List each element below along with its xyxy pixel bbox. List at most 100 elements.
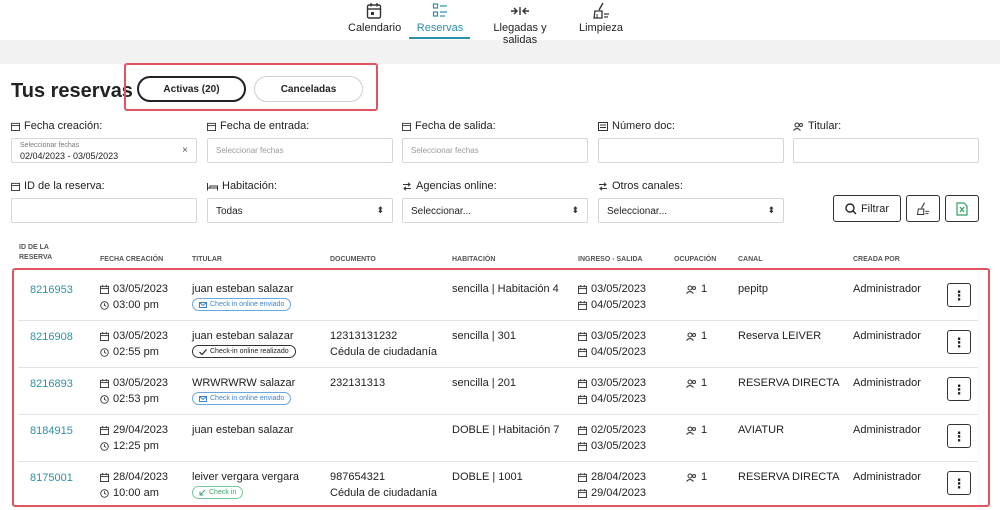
document-type: Cédula de ciudadanía [330, 487, 437, 499]
agencias-select[interactable]: Seleccionar... ⬍ [402, 198, 588, 223]
users-icon [686, 426, 697, 435]
clock-icon [100, 394, 109, 404]
active-tab-indicator [409, 37, 470, 39]
nav-llegadas-salidas[interactable]: Llegadas y salidas [479, 2, 561, 46]
room: sencilla | 301 [452, 330, 516, 342]
cell-text: Administrador [853, 471, 921, 483]
export-excel-button[interactable] [945, 195, 979, 222]
cell-text: 03/05/2023 [591, 440, 647, 452]
numero-doc-input[interactable] [598, 138, 784, 163]
cell-text: 12313131232 [330, 330, 398, 342]
row-menu-button[interactable]: ⋮ [947, 330, 971, 354]
filter-fecha-entrada-label: Fecha de entrada: [207, 120, 309, 132]
cell-text: Administrador [853, 377, 921, 389]
row-menu-button[interactable]: ⋮ [947, 377, 971, 401]
cell-text: 28/04/2023 [591, 471, 647, 483]
reservation-id-link[interactable]: 8216908 [30, 331, 73, 343]
col-fecha: FECHA CREACIÓN [100, 256, 164, 263]
cell-text: 03/05/2023 [591, 283, 647, 295]
cell-text: RESERVA DIRECTA [738, 471, 840, 483]
cell-text: juan esteban salazar [192, 283, 294, 295]
cell-text: juan esteban salazar [192, 424, 294, 436]
checkin-date: 28/04/2023 [578, 471, 646, 483]
users-icon [686, 379, 697, 388]
channel: RESERVA DIRECTA [738, 377, 839, 389]
cell-text: 03/05/2023 [591, 330, 647, 342]
calendar-icon [578, 331, 587, 341]
top-nav: Calendario Reservas Llegadas y salidas L… [0, 0, 1000, 46]
cell-text: Check in online enviado [210, 301, 285, 308]
more-icon: ⋮ [952, 381, 966, 397]
room: sencilla | Habitación 4 [452, 283, 559, 295]
arrows-icon [479, 2, 561, 22]
document-number: 12313131232 [330, 330, 397, 342]
cell-text: 1 [701, 377, 708, 389]
fecha-salida-input[interactable]: Seleccionar fechas [402, 138, 588, 163]
check-icon [199, 348, 207, 355]
filter-agencias-label: Agencias online: [402, 180, 497, 192]
reservation-id-link[interactable]: 8175001 [30, 472, 73, 484]
excel-icon [956, 201, 968, 216]
reservation-id-link[interactable]: 8216893 [30, 378, 73, 390]
nav-label: Calendario [348, 22, 402, 34]
created-by: Administrador [853, 377, 921, 389]
checkin-date: 02/05/2023 [578, 424, 646, 436]
creation-date: 29/04/2023 [100, 424, 168, 436]
tab-canceladas[interactable]: Canceladas [254, 76, 363, 102]
reservation-id-link[interactable]: 8184915 [30, 425, 73, 437]
filtrar-button[interactable]: Filtrar [833, 195, 901, 222]
checkout-date: 29/04/2023 [578, 487, 646, 499]
cell-text: 8175001 [30, 472, 73, 484]
row-separator [18, 367, 978, 368]
clock-icon [100, 488, 109, 498]
id-reserva-input[interactable] [11, 198, 197, 223]
cell-text: sencilla | 201 [452, 377, 517, 389]
nav-reservas[interactable]: Reservas [413, 2, 467, 34]
page-title: Tus reservas [11, 80, 133, 102]
clock-icon [100, 347, 109, 357]
created-by: Administrador [853, 330, 921, 342]
row-menu-button[interactable]: ⋮ [947, 424, 971, 448]
tab-activas[interactable]: Activas (20) [137, 76, 246, 102]
more-icon: ⋮ [952, 287, 966, 303]
more-icon: ⋮ [952, 428, 966, 444]
list-icon [413, 2, 467, 22]
creation-time: 02:53 pm [100, 393, 159, 405]
room: DOBLE | Habitación 7 [452, 424, 559, 436]
cleaning-button[interactable] [906, 195, 940, 222]
nav-limpieza[interactable]: Limpieza [578, 2, 624, 34]
fecha-entrada-input[interactable]: Seleccionar fechas [207, 138, 393, 163]
habitacion-select[interactable]: Todas ⬍ [207, 198, 393, 223]
col-canal: CANAL [738, 256, 763, 263]
users-icon [793, 122, 803, 131]
cell-text: Administrador [853, 330, 921, 342]
cell-text: 03/05/2023 [113, 377, 169, 389]
cell-text: Cédula de ciudadanía [330, 487, 438, 499]
cell-text: 03/05/2023 [591, 377, 647, 389]
swap-icon [403, 181, 411, 191]
fecha-creacion-input[interactable]: Seleccionar fechas 02/04/2023 - 03/05/20… [11, 138, 197, 163]
row-menu-button[interactable]: ⋮ [947, 471, 971, 495]
updown-icon: ⬍ [767, 205, 775, 215]
col-documento: DOCUMENTO [330, 256, 376, 263]
cell-text: 03:00 pm [113, 299, 159, 311]
more-icon: ⋮ [952, 334, 966, 350]
filter-id-reserva-label: ID de la reserva: [11, 180, 105, 192]
channel: AVIATUR [738, 424, 784, 436]
room: DOBLE | 1001 [452, 471, 523, 483]
reservation-id-link[interactable]: 8216953 [30, 284, 73, 296]
row-menu-button[interactable]: ⋮ [947, 283, 971, 307]
calendar-icon [11, 182, 20, 191]
cell-text: 02/05/2023 [591, 424, 647, 436]
created-by: Administrador [853, 283, 921, 295]
creation-date: 28/04/2023 [100, 471, 168, 483]
filter-otros-label: Otros canales: [598, 180, 683, 192]
titular-input[interactable] [793, 138, 979, 163]
titular-name: juan esteban salazar [192, 424, 294, 436]
cell-text: 04/05/2023 [591, 346, 647, 358]
nav-calendario[interactable]: Calendario [348, 2, 402, 34]
col-id: ID DE LA RESERVA [19, 244, 53, 261]
otros-select[interactable]: Seleccionar... ⬍ [598, 198, 784, 223]
cell-text: Administrador [853, 424, 921, 436]
clear-icon[interactable]: × [182, 145, 188, 156]
